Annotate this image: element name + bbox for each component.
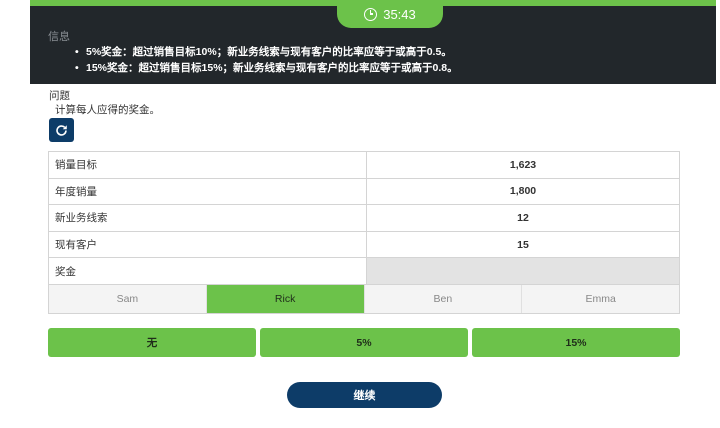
table-row: 年度销量 1,800 <box>48 177 680 206</box>
tab-ben[interactable]: Ben <box>364 285 523 313</box>
clock-icon <box>364 7 378 21</box>
bonus-answer-cell <box>366 257 680 285</box>
info-panel: 35:43 信息 5%奖金：超过销售目标10%；新业务线索与现有客户的比率应等于… <box>30 0 716 84</box>
row-value: 1,800 <box>366 177 680 206</box>
timer-badge: 35:43 <box>337 0 443 28</box>
option-5-percent-button[interactable]: 5% <box>260 328 468 357</box>
info-bullet: 15%奖金：超过销售目标15%；新业务线索与现有客户的比率应等于或高于0.8。 <box>75 60 458 76</box>
row-label: 年度销量 <box>48 177 367 206</box>
table-row: 销量目标 1,623 <box>48 151 680 179</box>
option-none-button[interactable]: 无 <box>48 328 256 357</box>
question-text: 计算每人应得的奖金。 <box>55 104 160 116</box>
row-value: 1,623 <box>366 151 680 179</box>
row-label: 现有客户 <box>48 230 367 259</box>
refresh-icon <box>56 124 67 136</box>
table-row: 新业务线索 12 <box>48 204 680 232</box>
row-value: 12 <box>366 204 680 232</box>
tab-emma[interactable]: Emma <box>522 285 679 313</box>
tab-rick[interactable]: Rick <box>206 285 365 313</box>
data-table: 销量目标 1,623 年度销量 1,800 新业务线索 12 现有客户 15 奖… <box>48 151 680 285</box>
row-value: 15 <box>366 230 680 259</box>
table-row: 奖金 <box>48 257 680 285</box>
tab-sam[interactable]: Sam <box>49 285 207 313</box>
row-label: 奖金 <box>48 257 367 285</box>
info-title: 信息 <box>48 31 70 43</box>
row-label: 新业务线索 <box>48 204 367 232</box>
person-tabs: Sam Rick Ben Emma <box>48 284 680 314</box>
row-label: 销量目标 <box>48 151 367 179</box>
continue-button[interactable]: 继续 <box>287 382 442 408</box>
timer-value: 35:43 <box>383 6 416 22</box>
option-15-percent-button[interactable]: 15% <box>472 328 680 357</box>
refresh-button[interactable] <box>49 118 74 142</box>
info-list: 5%奖金：超过销售目标10%；新业务线索与现有客户的比率应等于或高于0.5。 1… <box>75 44 458 76</box>
bonus-options: 无 5% 15% <box>48 328 680 357</box>
info-bullet: 5%奖金：超过销售目标10%；新业务线索与现有客户的比率应等于或高于0.5。 <box>75 44 458 60</box>
question-label: 问题 <box>49 90 70 102</box>
table-row: 现有客户 15 <box>48 230 680 259</box>
